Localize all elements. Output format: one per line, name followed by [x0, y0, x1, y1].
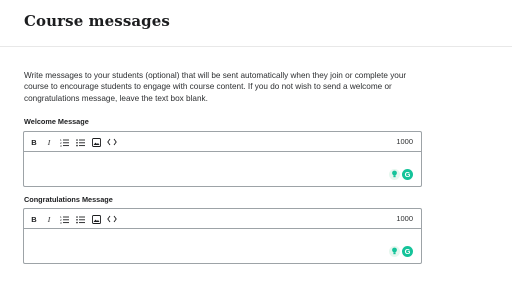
svg-text:3: 3	[60, 220, 62, 223]
image-icon	[91, 214, 101, 224]
grammarly-widget[interactable]: G	[389, 245, 413, 257]
bullet-list-icon	[75, 215, 85, 223]
code-icon	[107, 215, 117, 223]
svg-text:3: 3	[60, 143, 62, 146]
bold-icon: B	[31, 214, 37, 224]
welcome-message-label: Welcome Message	[24, 117, 89, 126]
image-icon	[91, 137, 101, 147]
bold-button[interactable]: B	[28, 213, 40, 225]
character-count: 1000	[396, 137, 413, 146]
italic-icon: I	[47, 137, 51, 147]
numbered-list-icon: 1 2 3	[60, 138, 69, 147]
congrats-message-editor: B I 1 2 3 1000 G	[23, 208, 422, 264]
numbered-list-button[interactable]: 1 2 3	[58, 213, 70, 225]
insert-image-button[interactable]	[90, 136, 102, 148]
editor-toolbar: B I 1 2 3 1000	[24, 132, 421, 152]
code-icon	[107, 138, 117, 146]
intro-text: Write messages to your students (optiona…	[24, 71, 407, 103]
grammarly-icon[interactable]: G	[402, 168, 413, 180]
welcome-message-input[interactable]	[24, 152, 421, 186]
italic-icon: I	[47, 214, 51, 224]
code-button[interactable]	[106, 213, 118, 225]
lightbulb-icon[interactable]	[389, 168, 400, 180]
bold-icon: B	[31, 137, 37, 147]
lightbulb-icon[interactable]	[389, 245, 400, 257]
editor-toolbar: B I 1 2 3 1000	[24, 209, 421, 229]
bullet-list-button[interactable]	[74, 136, 86, 148]
grammarly-icon[interactable]: G	[402, 245, 413, 257]
numbered-list-button[interactable]: 1 2 3	[58, 136, 70, 148]
character-count: 1000	[396, 214, 413, 223]
congrats-message-input[interactable]	[24, 229, 421, 263]
page-title: Course messages	[24, 12, 170, 30]
grammarly-widget[interactable]: G	[389, 168, 413, 180]
bullet-list-button[interactable]	[74, 213, 86, 225]
congrats-message-label: Congratulations Message	[24, 195, 113, 204]
page-header: Course messages	[0, 0, 512, 47]
bold-button[interactable]: B	[28, 136, 40, 148]
italic-button[interactable]: I	[43, 136, 55, 148]
code-button[interactable]	[106, 136, 118, 148]
numbered-list-icon: 1 2 3	[60, 215, 69, 224]
insert-image-button[interactable]	[90, 213, 102, 225]
welcome-message-editor: B I 1 2 3 1000 G	[23, 131, 422, 187]
bullet-list-icon	[75, 138, 85, 146]
italic-button[interactable]: I	[43, 213, 55, 225]
